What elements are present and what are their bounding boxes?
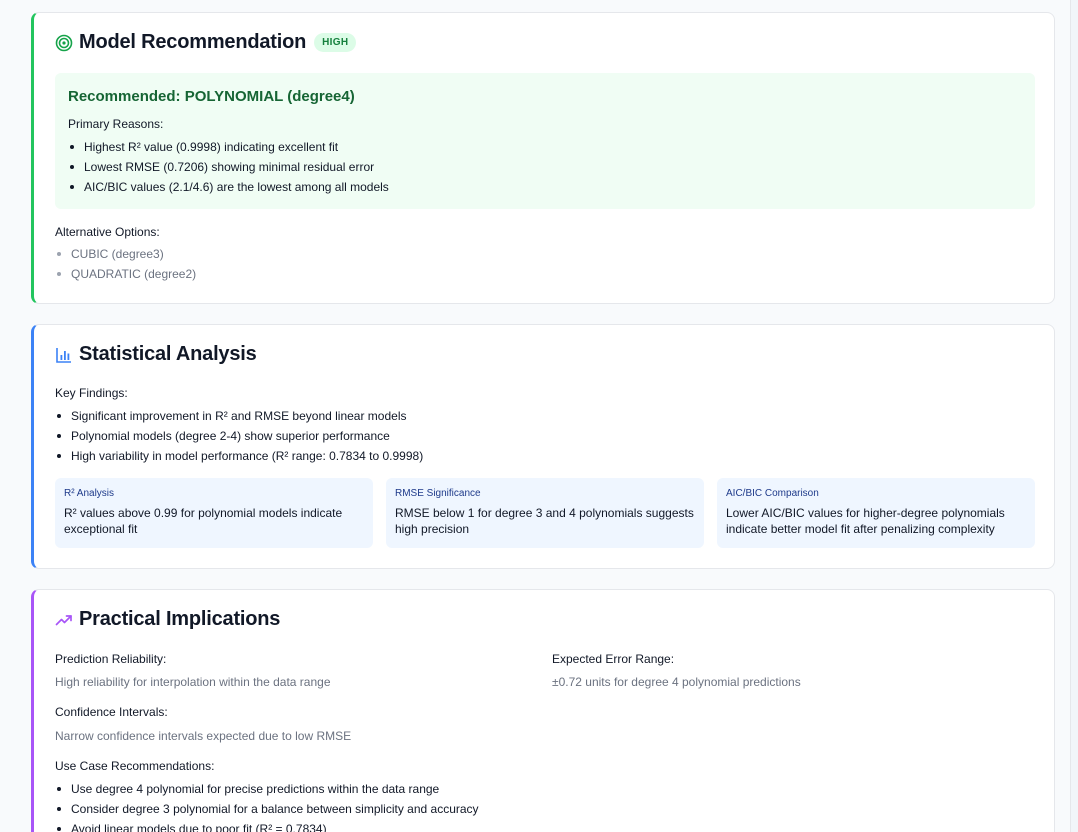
statistical-analysis-header: Statistical Analysis	[55, 343, 257, 366]
page-title: Model Recommendation	[79, 31, 307, 53]
list-item: Consider degree 3 polynomial for a balan…	[55, 799, 479, 819]
alternatives-label: Alternative Options:	[55, 225, 160, 239]
list-item: Use degree 4 polynomial for precise pred…	[55, 779, 479, 799]
expected-error-value: ±0.72 units for degree 4 polynomial pred…	[552, 675, 801, 689]
findings-list: Significant improvement in R² and RMSE b…	[55, 406, 423, 466]
list-item: High variability in model performance (R…	[55, 446, 423, 466]
list-item: Significant improvement in R² and RMSE b…	[55, 406, 423, 426]
list-item: QUADRATIC (degree2)	[55, 264, 196, 284]
aic-bic-comparison-card: AIC/BIC Comparison Lower AIC/BIC values …	[717, 478, 1035, 548]
confidence-intervals-label: Confidence Intervals:	[55, 705, 168, 719]
metric-title: R² Analysis	[64, 488, 115, 499]
recommendation-box: Recommended: POLYNOMIAL (degree4) Primar…	[55, 73, 1035, 209]
key-findings-label: Key Findings:	[55, 386, 128, 400]
primary-reasons-label: Primary Reasons:	[68, 117, 164, 131]
model-recommendation-card: Model Recommendation HIGH Recommended: P…	[31, 12, 1055, 304]
scrollbar[interactable]	[1070, 0, 1078, 832]
bar-chart-icon	[55, 346, 73, 364]
metric-title: AIC/BIC Comparison	[726, 488, 819, 499]
list-item: Polynomial models (degree 2-4) show supe…	[55, 426, 423, 446]
rmse-significance-card: RMSE Significance RMSE below 1 for degre…	[386, 478, 704, 548]
prediction-reliability-value: High reliability for interpolation withi…	[55, 675, 331, 689]
statistical-analysis-card: Statistical Analysis Key Findings: Signi…	[31, 324, 1055, 569]
metric-title: RMSE Significance	[395, 488, 481, 499]
list-item: Lowest RMSE (0.7206) showing minimal res…	[68, 157, 389, 177]
use-case-list: Use degree 4 polynomial for precise pred…	[55, 779, 479, 832]
section-title: Statistical Analysis	[79, 343, 257, 365]
list-item: AIC/BIC values (2.1/4.6) are the lowest …	[68, 177, 389, 197]
section-title: Practical Implications	[79, 608, 281, 630]
confidence-badge: HIGH	[314, 33, 357, 52]
trending-up-icon	[55, 611, 73, 629]
metric-description: RMSE below 1 for degree 3 and 4 polynomi…	[395, 506, 694, 536]
prediction-reliability-label: Prediction Reliability:	[55, 652, 167, 666]
practical-implications-header: Practical Implications	[55, 608, 280, 631]
metric-description: R² values above 0.99 for polynomial mode…	[64, 506, 343, 536]
confidence-intervals-value: Narrow confidence intervals expected due…	[55, 729, 352, 743]
metric-description: Lower AIC/BIC values for higher-degree p…	[726, 506, 1005, 536]
reasons-list: Highest R² value (0.9998) indicating exc…	[68, 137, 389, 197]
use-case-label: Use Case Recommendations:	[55, 759, 215, 773]
practical-implications-card: Practical Implications Prediction Reliab…	[31, 589, 1055, 832]
list-item: Highest R² value (0.9998) indicating exc…	[68, 137, 389, 157]
recommended-model: Recommended: POLYNOMIAL (degree4)	[68, 88, 355, 105]
expected-error-label: Expected Error Range:	[552, 652, 675, 666]
list-item: CUBIC (degree3)	[55, 244, 196, 264]
list-item: Avoid linear models due to poor fit (R² …	[55, 819, 479, 832]
alternatives-list: CUBIC (degree3) QUADRATIC (degree2)	[55, 244, 196, 284]
model-recommendation-header: Model Recommendation HIGH	[55, 31, 357, 54]
target-icon	[55, 34, 73, 52]
r2-analysis-card: R² Analysis R² values above 0.99 for pol…	[55, 478, 373, 548]
